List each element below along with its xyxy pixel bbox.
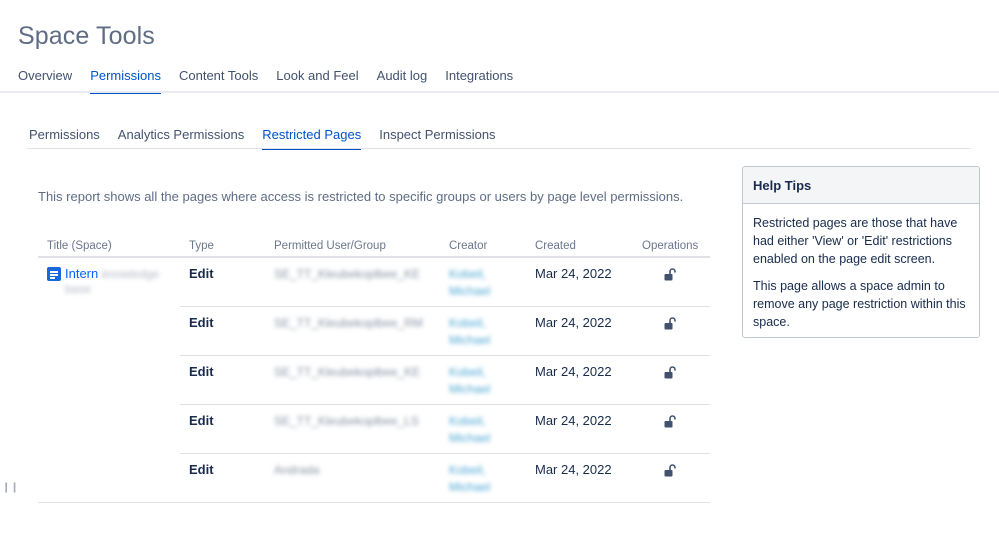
help-tips-title: Help Tips (743, 167, 979, 204)
permitted-value: Andrada (274, 462, 320, 477)
created-value: Mar 24, 2022 (535, 266, 612, 281)
page-link[interactable]: Intern knowledge base (47, 266, 180, 296)
created-value: Mar 24, 2022 (535, 412, 612, 428)
column-header-operations: Operations (633, 235, 710, 258)
page-space-blurred: base (65, 282, 92, 296)
table-row: Intern knowledge base Edit SE_TT_Kleubek… (38, 257, 710, 503)
page-name-blurred: knowledge (101, 267, 160, 281)
creator-link[interactable]: Kobeil, Michael (449, 316, 490, 347)
type-cell: Edit (180, 257, 265, 307)
unlock-icon[interactable] (664, 268, 676, 284)
type-cell: Edit (180, 404, 265, 454)
operations-cell (633, 257, 710, 307)
subtab-analytics-permissions[interactable]: Analytics Permissions (118, 127, 244, 150)
operations-cell (633, 453, 710, 503)
type-value: Edit (189, 266, 214, 281)
operations-cell (633, 306, 710, 356)
type-value: Edit (189, 363, 214, 379)
top-tabs-divider (0, 91, 999, 93)
column-header-creator: Creator (440, 235, 526, 258)
subtabs-divider (27, 148, 971, 149)
permissions-subtabs: Permissions Analytics Permissions Restri… (29, 127, 514, 150)
created-cell: Mar 24, 2022 (526, 404, 633, 454)
creator-link[interactable]: Kobeil, Michael (449, 267, 490, 298)
permitted-value: SE_TT_Kleubekoplbee_KE (274, 364, 421, 379)
column-header-title: Title (Space) (38, 235, 180, 258)
creator-link[interactable]: Kobeil, Michael (449, 365, 490, 396)
page-title-cell: Intern knowledge base (38, 257, 180, 503)
table-header-row: Title (Space) Type Permitted User/Group … (38, 235, 710, 258)
created-value: Mar 24, 2022 (535, 363, 612, 379)
type-value: Edit (189, 461, 214, 477)
creator-cell: Kobeil, Michael (440, 453, 526, 503)
creator-cell: Kobeil, Michael (440, 355, 526, 405)
permitted-value: SE_TT_Kleubekoplbee_RM (274, 315, 423, 330)
column-header-created: Created (526, 235, 633, 258)
permitted-cell: SE_TT_Kleubekoplbee_RM (265, 306, 440, 356)
creator-cell: Kobeil, Michael (440, 306, 526, 356)
created-value: Mar 24, 2022 (535, 314, 612, 330)
restricted-pages-table: Title (Space) Type Permitted User/Group … (38, 235, 710, 503)
permitted-cell: SE_TT_Kleubekoplbee_KE (265, 257, 440, 307)
created-cell: Mar 24, 2022 (526, 355, 633, 405)
created-cell: Mar 24, 2022 (526, 306, 633, 356)
subtab-permissions[interactable]: Permissions (29, 127, 100, 150)
help-tips-body: Restricted pages are those that have had… (743, 204, 979, 331)
page-name[interactable]: Intern (65, 266, 98, 281)
unlock-icon[interactable] (664, 414, 676, 431)
page-title: Space Tools (18, 22, 155, 50)
column-header-permitted: Permitted User/Group (265, 235, 440, 258)
subtab-restricted-pages[interactable]: Restricted Pages (262, 127, 362, 150)
unlock-icon[interactable] (664, 463, 676, 480)
creator-link[interactable]: Kobeil, Michael (449, 414, 490, 445)
permitted-cell: SE_TT_Kleubekoplbee_LS (265, 404, 440, 454)
type-value: Edit (189, 314, 214, 330)
creator-cell: Kobeil, Michael (440, 257, 526, 307)
creator-link[interactable]: Kobeil, Michael (449, 463, 490, 494)
page-icon (47, 267, 61, 281)
created-cell: Mar 24, 2022 (526, 257, 633, 307)
subtab-inspect-permissions[interactable]: Inspect Permissions (379, 127, 495, 150)
permitted-cell: SE_TT_Kleubekoplbee_KE (265, 355, 440, 405)
help-tip-paragraph: Restricted pages are those that have had… (753, 216, 958, 266)
created-value: Mar 24, 2022 (535, 461, 612, 477)
type-value: Edit (189, 412, 214, 428)
created-cell: Mar 24, 2022 (526, 453, 633, 503)
help-tip-paragraph: This page allows a space admin to remove… (753, 279, 966, 329)
resize-grip-icon[interactable]: ❙❙ (2, 482, 19, 493)
permitted-cell: Andrada (265, 453, 440, 503)
type-cell: Edit (180, 306, 265, 356)
operations-cell (633, 404, 710, 454)
unlock-icon[interactable] (664, 316, 676, 333)
unlock-icon[interactable] (664, 365, 676, 382)
type-cell: Edit (180, 453, 265, 503)
report-description: This report shows all the pages where ac… (38, 189, 684, 204)
column-header-type: Type (180, 235, 265, 258)
help-tips-panel: Help Tips Restricted pages are those tha… (742, 166, 980, 338)
creator-cell: Kobeil, Michael (440, 404, 526, 454)
permitted-value: SE_TT_Kleubekoplbee_KE (274, 267, 421, 281)
permitted-value: SE_TT_Kleubekoplbee_LS (274, 413, 419, 428)
type-cell: Edit (180, 355, 265, 405)
operations-cell (633, 355, 710, 405)
